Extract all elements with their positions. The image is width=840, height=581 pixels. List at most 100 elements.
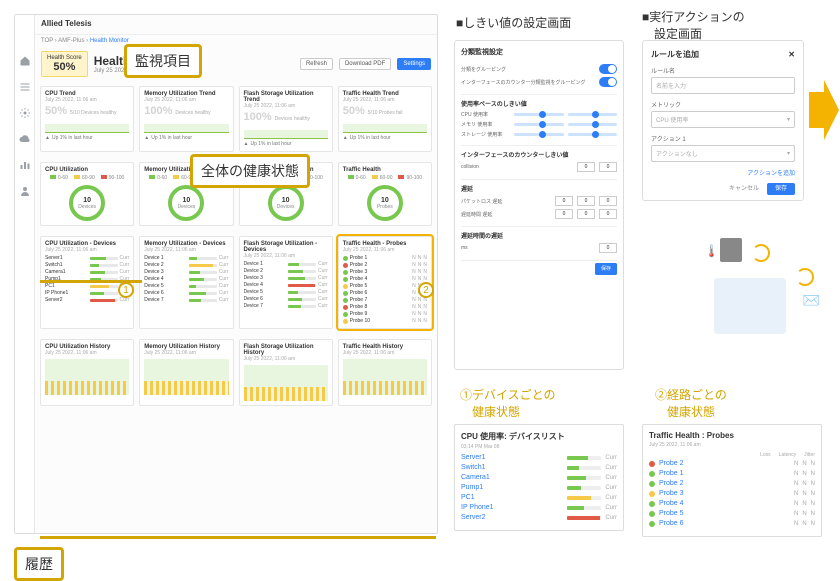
history-card[interactable]: Memory Utilization HistoryJuly 25 2022, … [139,339,233,406]
callout-monitor-items: 監視項目 [124,44,202,78]
list-item[interactable]: Pump1Curr [461,484,617,491]
add-action-link[interactable]: アクションを追加 [747,168,795,177]
list-item[interactable]: Probe 1NNN [343,255,427,261]
device-list-card[interactable]: Traffic Health - ProbesJuly 25 2022, 11:… [338,236,432,329]
list-item[interactable]: Probe 10NNN [343,318,427,324]
toggle[interactable] [599,64,617,74]
list-item[interactable]: Server2Curr [45,297,129,303]
list-item[interactable]: Probe 6NNN [649,520,815,527]
list-item[interactable]: Device 7Curr [244,303,328,309]
utilization-card[interactable]: Traffic Health 0-6060-9090-100 10Probes [338,162,432,226]
action-select[interactable]: アクションなし▾ [651,145,795,162]
trend-card[interactable]: Traffic Health TrendJuly 25 2022, 11:06 … [338,86,432,152]
list-item[interactable]: Probe 2NNN [649,480,815,487]
list-item[interactable]: Device 3Curr [144,269,228,275]
operator-illustration [714,278,786,334]
list-item[interactable]: Server1Curr [45,255,129,261]
threshold-row[interactable]: CPU 使用率 [461,111,617,118]
device-list-card[interactable]: Flash Storage Utilization - DevicesJuly … [239,236,333,329]
list-item[interactable]: IP Phone1Curr [461,504,617,511]
list-item[interactable]: Device 4Curr [144,276,228,282]
list-item[interactable]: IP Phone1Curr [45,290,129,296]
cloud-icon[interactable] [19,133,31,145]
threshold-row[interactable]: 遅延時間 遅延000 [461,209,617,219]
workflow-illustration: 🌡️ ✉️ [700,238,820,348]
list-item[interactable]: Device 6Curr [144,290,228,296]
slider[interactable] [514,123,563,126]
slider[interactable] [514,133,563,136]
list-item[interactable]: Probe 5NNN [649,510,815,517]
list-item[interactable]: Probe 3NNN [343,269,427,275]
list-item[interactable]: Switch1Curr [45,262,129,268]
gear-icon[interactable] [19,107,31,119]
list-item[interactable]: Device 2Curr [144,262,228,268]
toggle[interactable] [599,77,617,87]
list-item[interactable]: Server2Curr [461,514,617,521]
slider[interactable] [568,133,617,136]
list-item[interactable]: Probe 2NNN [343,262,427,268]
utilization-card[interactable]: CPU Utilization 0-6060-9090-100 10Device… [40,162,134,226]
list-item[interactable]: PC1Curr [45,283,129,289]
list-item[interactable]: Probe 4NNN [649,500,815,507]
list-item[interactable]: Camera1Curr [461,474,617,481]
list-item[interactable]: Device 3Curr [244,275,328,281]
user-icon[interactable] [19,185,31,197]
probe-health-panel: Traffic Health : Probes July 25 2022, 11… [642,424,822,537]
threshold-row[interactable]: ストレージ 使用率 [461,131,617,138]
list-item[interactable]: Device 4Curr [244,282,328,288]
sparkline [244,125,328,139]
refresh-button[interactable]: Refresh [300,58,333,70]
thermometer-icon: 🌡️ [704,244,719,258]
donut-chart: 10Devices [69,185,105,221]
cancel-button[interactable]: キャンセル [729,186,759,192]
list-item[interactable]: Device 7Curr [144,297,228,303]
list-item[interactable]: Probe 4NNN [343,276,427,282]
download-button[interactable]: Download PDF [339,58,391,70]
list-item[interactable]: Device 5Curr [244,289,328,295]
list-item[interactable]: Switch1Curr [461,464,617,471]
list-icon[interactable] [19,81,31,93]
brand-bar: Allied Telesis [35,15,437,35]
device-list-card[interactable]: Memory Utilization - DevicesJuly 25 2022… [139,236,233,329]
list-item[interactable]: Probe 1NNN [649,470,815,477]
chart-icon[interactable] [19,159,31,171]
list-item[interactable]: Device 2Curr [244,268,328,274]
list-item[interactable]: Probe 2NNN [649,460,815,467]
list-item[interactable]: Camera1Curr [45,269,129,275]
rule-name-input[interactable]: 名前を入力 [651,77,795,94]
threshold-row[interactable]: メモリ 使用率 [461,121,617,128]
list-item[interactable]: Probe 5NNN [343,283,427,289]
list-item[interactable]: Probe 9NNN [343,311,427,317]
list-item[interactable]: Device 6Curr [244,296,328,302]
save-button[interactable]: 保存 [595,263,617,275]
list-item[interactable]: Server1Curr [461,454,617,461]
trend-card[interactable]: CPU TrendJuly 25 2022, 11:06 am 50%5/10 … [40,86,134,152]
history-card[interactable]: Flash Storage Utilization HistoryJuly 25… [239,339,333,406]
history-card[interactable]: CPU Utilization HistoryJuly 25 2022, 11:… [40,339,134,406]
list-item[interactable]: Device 1Curr [244,261,328,267]
close-icon[interactable]: ✕ [788,50,795,59]
trend-card[interactable]: Memory Utilization TrendJuly 25 2022, 11… [139,86,233,152]
settings-button[interactable]: Settings [397,58,431,70]
slider[interactable] [568,113,617,116]
list-item[interactable]: Probe 7NNN [343,297,427,303]
home-icon[interactable] [19,55,31,67]
label-probe-health: ②経路ごとの 健康状態 [655,386,727,420]
threshold-row[interactable]: パケットロス 遅延000 [461,196,617,206]
label-threshold-settings: ■しきい値の設定画面 [456,14,571,31]
list-item[interactable]: Device 5Curr [144,283,228,289]
trend-card[interactable]: Flash Storage Utilization TrendJuly 25 2… [239,86,333,152]
list-item[interactable]: Probe 8NNN [343,304,427,310]
save-button[interactable]: 保存 [767,183,795,195]
list-item[interactable]: Probe 3NNN [649,490,815,497]
list-item[interactable]: PC1Curr [461,494,617,501]
device-health-panel: CPU 使用率: デバイスリスト 03:14 PM Mar 08 Server1… [454,424,624,531]
donut-chart: 10Probes [367,185,403,221]
history-card[interactable]: Traffic Health HistoryJuly 25 2022, 11:0… [338,339,432,406]
slider[interactable] [568,123,617,126]
list-item[interactable]: Device 1Curr [144,255,228,261]
metric-select[interactable]: CPU 使用率▾ [651,111,795,128]
slider[interactable] [514,113,563,116]
arrow-icon [809,80,839,140]
list-item[interactable]: Probe 6NNN [343,290,427,296]
